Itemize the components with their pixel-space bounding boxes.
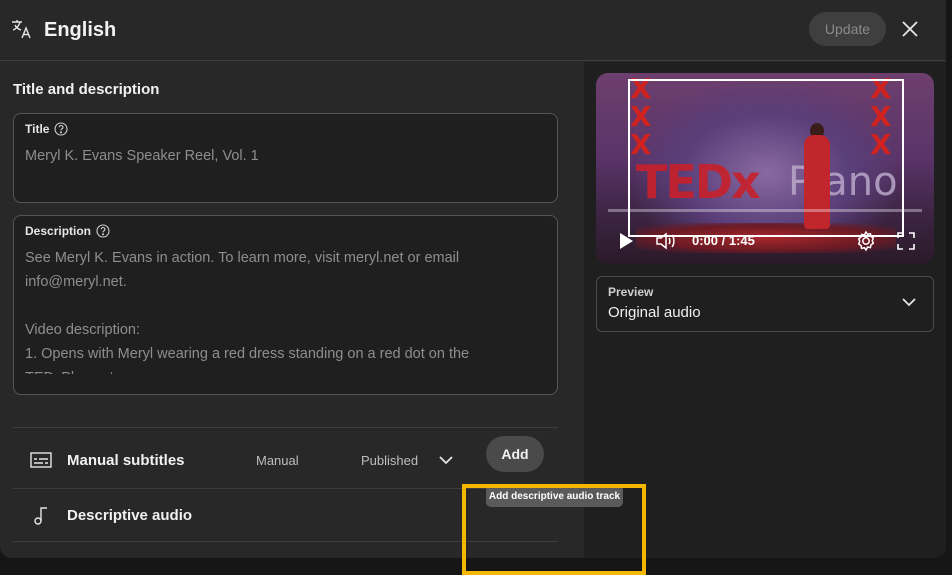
add-descriptive-audio-button[interactable]: Add — [486, 436, 544, 472]
divider — [13, 427, 558, 428]
manual-subtitles-label: Manual subtitles — [67, 452, 185, 469]
fullscreen-icon[interactable] — [896, 231, 916, 256]
descriptive-audio-label: Descriptive audio — [67, 507, 193, 524]
gear-icon[interactable] — [855, 230, 877, 257]
help-icon[interactable] — [54, 122, 69, 136]
section-title: Title and description — [13, 81, 160, 98]
preview-audio-select[interactable]: Preview Original audio — [596, 276, 934, 332]
video-frame-outline — [628, 79, 904, 237]
help-icon[interactable] — [96, 224, 110, 238]
dialog-title: English — [44, 19, 117, 41]
play-icon[interactable] — [616, 230, 636, 257]
description-field-value: See Meryl K. Evans in action. To learn m… — [25, 246, 545, 374]
volume-icon[interactable] — [654, 230, 678, 257]
description-line: See Meryl K. Evans in action. To learn m… — [25, 250, 460, 266]
description-line: info@meryl.net. — [25, 274, 127, 290]
dialog-header: English Update — [0, 0, 946, 61]
title-field[interactable]: Title Meryl K. Evans Speaker Reel, Vol. … — [13, 113, 558, 203]
chevron-down-icon — [901, 295, 917, 314]
preview-value: Original audio — [608, 304, 701, 321]
description-line: Video description: — [25, 322, 141, 338]
description-line: 1. Opens with Meryl wearing a red dress … — [25, 346, 470, 362]
subtitles-icon — [30, 451, 52, 474]
close-icon[interactable] — [898, 17, 922, 41]
progress-bar[interactable] — [608, 209, 922, 212]
chevron-down-icon[interactable] — [438, 453, 454, 472]
description-line: TEDxPlano stage. — [25, 366, 545, 374]
preview-label: Preview — [608, 285, 654, 299]
caption-dialog: English Update Title and description Tit… — [0, 0, 946, 558]
music-note-icon — [33, 506, 49, 531]
subtitles-type: Manual — [256, 453, 299, 468]
player-controls: 0:00 / 1:45 — [596, 223, 934, 264]
title-field-value: Meryl K. Evans Speaker Reel, Vol. 1 — [25, 148, 259, 164]
translate-icon — [11, 18, 33, 40]
subtitles-status: Published — [361, 453, 419, 468]
highlight-box — [462, 484, 646, 575]
description-field-label: Description — [25, 224, 92, 238]
update-button[interactable]: Update — [809, 12, 886, 46]
description-line — [25, 294, 545, 318]
video-player[interactable]: XXX XXX TEDx Plano 0:00 / 1:45 — [596, 73, 934, 264]
time-display: 0:00 / 1:45 — [692, 233, 755, 248]
title-field-label: Title — [25, 122, 50, 136]
description-field[interactable]: Description See Meryl K. Evans in action… — [13, 215, 558, 395]
